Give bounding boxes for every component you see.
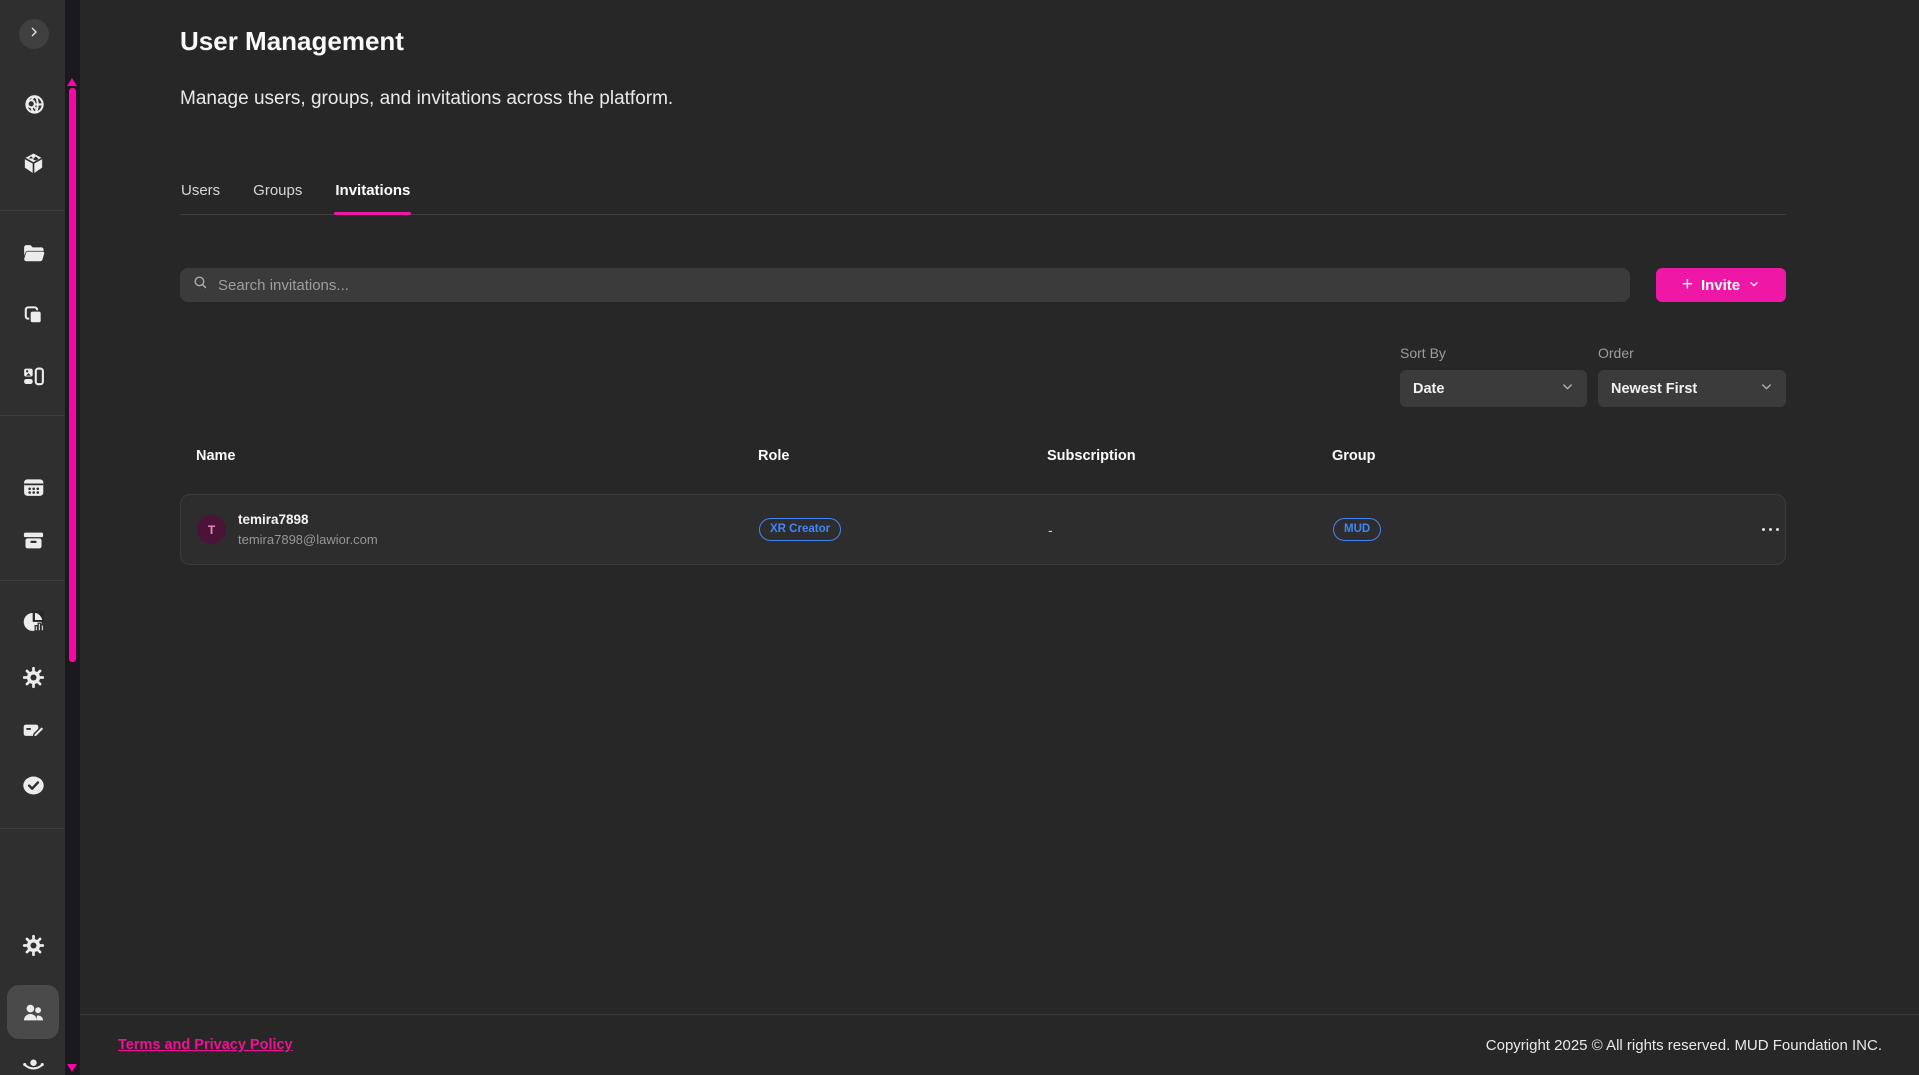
folder-open-icon xyxy=(21,241,46,266)
invite-button-label: Invite xyxy=(1701,277,1740,294)
username: temira7898 xyxy=(238,512,378,529)
sidebar-item-3d-assets[interactable] xyxy=(11,141,55,185)
page-title: User Management xyxy=(180,26,404,57)
sidebar-item-support[interactable] xyxy=(11,1046,55,1075)
sidebar-expand-button[interactable] xyxy=(19,19,49,49)
user-cell: T temira7898 temira7898@lawior.com xyxy=(197,512,759,547)
user-email: temira7898@lawior.com xyxy=(238,532,378,547)
layout-icon xyxy=(21,364,46,389)
order-filter: Order Newest First xyxy=(1598,345,1786,407)
sort-by-select[interactable]: Date xyxy=(1400,370,1587,407)
sidebar-item-copies[interactable] xyxy=(11,293,55,337)
tab-users[interactable]: Users xyxy=(180,182,221,214)
sidebar-divider xyxy=(0,415,65,416)
sort-by-value: Date xyxy=(1413,381,1444,397)
scroll-up-arrow-icon[interactable] xyxy=(67,78,77,86)
plus-icon: + xyxy=(1682,275,1693,294)
tab-groups[interactable]: Groups xyxy=(252,182,303,214)
sort-by-filter: Sort By Date xyxy=(1400,345,1587,407)
sidebar-item-approvals[interactable] xyxy=(11,763,55,807)
archive-box-icon xyxy=(21,528,46,553)
sidebar-divider xyxy=(0,580,65,581)
app-window: User Management Manage users, groups, an… xyxy=(0,0,1919,1075)
invite-button[interactable]: + Invite xyxy=(1656,268,1786,302)
chevron-down-icon xyxy=(1748,277,1760,294)
search-box xyxy=(180,268,1630,302)
column-header-role: Role xyxy=(758,448,1047,464)
sidebar-item-analytics[interactable] xyxy=(11,599,55,643)
tab-invitations[interactable]: Invitations xyxy=(334,182,411,214)
terms-privacy-link[interactable]: Terms and Privacy Policy xyxy=(118,1037,293,1053)
tab-bar: Users Groups Invitations xyxy=(180,168,1786,215)
search-icon xyxy=(192,274,209,296)
users-icon xyxy=(21,1000,46,1025)
sidebar-divider xyxy=(0,210,65,211)
sidebar-item-archive[interactable] xyxy=(11,518,55,562)
sidebar-item-billing[interactable] xyxy=(11,708,55,752)
sidebar-item-settings[interactable] xyxy=(11,655,55,699)
page-subtitle: Manage users, groups, and invitations ac… xyxy=(180,88,673,110)
subscription-value: - xyxy=(1048,522,1333,538)
row-actions-menu-button[interactable] xyxy=(1739,528,1785,532)
toolbar: + Invite xyxy=(180,268,1786,302)
table-header-row: Name Role Subscription Group xyxy=(180,448,1786,464)
group-badge: MUD xyxy=(1333,518,1381,541)
main-content: User Management Manage users, groups, an… xyxy=(80,0,1919,1075)
role-badge: XR Creator xyxy=(759,518,841,541)
cube-3d-icon xyxy=(21,151,46,176)
chevron-right-icon xyxy=(26,24,42,45)
sidebar-divider xyxy=(0,828,65,829)
column-header-subscription: Subscription xyxy=(1047,448,1332,464)
chevron-down-icon xyxy=(1560,379,1575,399)
sidebar-scrollbar xyxy=(65,0,80,1075)
sidebar-item-admin-settings[interactable] xyxy=(11,923,55,967)
order-label: Order xyxy=(1598,345,1786,361)
order-select[interactable]: Newest First xyxy=(1598,370,1786,407)
copy-icon xyxy=(21,303,46,328)
table-row[interactable]: T temira7898 temira7898@lawior.com XR Cr… xyxy=(180,494,1786,565)
gear-icon xyxy=(21,933,46,958)
sidebar-item-boards[interactable] xyxy=(11,354,55,398)
ellipsis-icon xyxy=(1762,528,1766,532)
chevron-down-icon xyxy=(1759,379,1774,399)
avatar: T xyxy=(197,515,226,544)
copyright-text: Copyright 2025 © All rights reserved. MU… xyxy=(1486,1037,1882,1054)
filters: Sort By Date Order Newest First xyxy=(1400,345,1786,407)
card-edit-icon xyxy=(21,718,46,743)
sidebar-item-explore[interactable] xyxy=(11,83,55,127)
column-header-name: Name xyxy=(196,448,758,464)
gear-icon xyxy=(21,665,46,690)
order-value: Newest First xyxy=(1611,381,1697,397)
check-circle-icon xyxy=(21,773,46,798)
sidebar-item-user-management[interactable] xyxy=(7,985,59,1039)
sort-by-label: Sort By xyxy=(1400,345,1587,361)
calendar-icon xyxy=(21,475,46,500)
sidebar xyxy=(0,0,65,1075)
sidebar-item-calendar[interactable] xyxy=(11,465,55,509)
column-header-group: Group xyxy=(1332,448,1740,464)
search-input[interactable] xyxy=(218,277,1618,294)
sidebar-item-projects[interactable] xyxy=(11,231,55,275)
globe-search-icon xyxy=(21,93,46,118)
footer: Terms and Privacy Policy Copyright 2025 … xyxy=(80,1014,1919,1075)
scroll-down-arrow-icon[interactable] xyxy=(67,1064,77,1072)
scrollbar-thumb[interactable] xyxy=(69,88,76,662)
person-icon xyxy=(21,1056,46,1075)
pie-chart-icon xyxy=(21,609,46,634)
